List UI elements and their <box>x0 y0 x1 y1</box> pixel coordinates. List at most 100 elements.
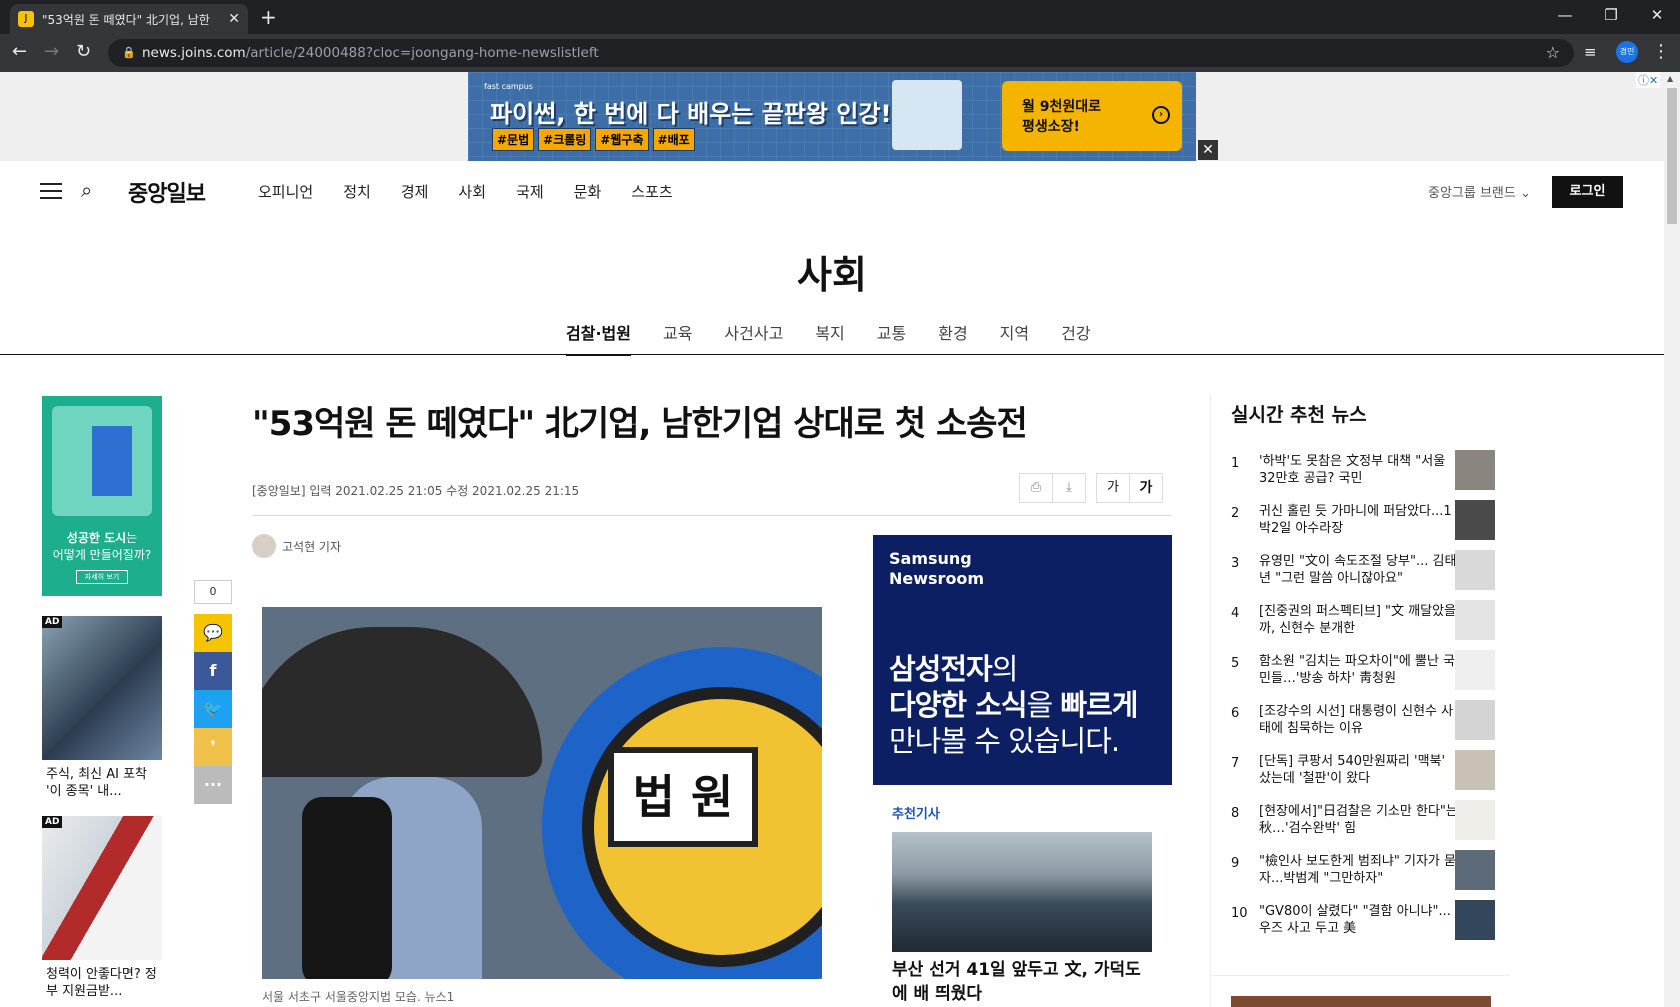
url-field[interactable]: 🔒 news.joins.com/article/24000488?cloc=j… <box>108 39 1574 67</box>
headline: [현장에서]"日검찰은 기소만 한다"는 秋…'검수완박' 힘 <box>1259 804 1458 836</box>
close-window-icon[interactable]: ✕ <box>1634 0 1680 30</box>
article-title: "53억원 돈 떼였다" 北기업, 남한기업 상대로 첫 소송전 <box>252 404 1028 444</box>
subnav-item-health[interactable]: 건강 <box>1061 320 1090 356</box>
login-button[interactable]: 로그인 <box>1552 176 1623 208</box>
left-ad-city-text: 성공한 도시는 어떻게 만들어질까? <box>42 530 162 564</box>
top-banner-ad[interactable]: fast campus 파이썬, 한 번에 다 배우는 끝판왕 인강! #문법 … <box>468 72 1661 161</box>
menu-item-society[interactable]: 사회 <box>458 181 486 202</box>
list-item[interactable]: 10 "GV80이 살렸다" "결함 아니냐"...우즈 사고 두고 美 <box>1231 900 1496 950</box>
thumbnail <box>1455 750 1495 790</box>
twitter-share-icon[interactable]: 🐦 <box>194 690 232 728</box>
list-item[interactable]: 8 [현장에서]"日검찰은 기소만 한다"는 秋…'검수완박' 힘 <box>1231 800 1496 850</box>
font-larger-button[interactable]: 가 <box>1129 473 1163 503</box>
site-logo[interactable]: 중앙일보 <box>128 176 206 208</box>
address-bar-row: ← → ↻ 🔒 news.joins.com/article/24000488?… <box>0 34 1680 72</box>
rank-number: 2 <box>1231 506 1240 521</box>
recommend-photo[interactable] <box>892 832 1152 952</box>
left-ad-more-button[interactable]: 자세히 보기 <box>76 570 128 584</box>
ad-cta-button[interactable]: 월 9천원대로 평생소장! › <box>1002 81 1182 151</box>
samsung-copy-l3: 만나볼 수 있습니다. <box>889 724 1120 758</box>
menu-item-economy[interactable]: 경제 <box>401 181 429 202</box>
list-item[interactable]: 4 [진중권의 퍼스펙티브] "文 깨달았을까, 신현수 분개한 <box>1231 600 1496 650</box>
subnav-item-welfare[interactable]: 복지 <box>815 320 844 356</box>
lock-icon: 🔒 <box>122 46 136 59</box>
menu-item-opinion[interactable]: 오피니언 <box>258 181 313 202</box>
subnav-item-traffic[interactable]: 교통 <box>877 320 906 356</box>
scrollbar-thumb[interactable] <box>1667 88 1677 224</box>
list-item[interactable]: 6 [조강수의 시선] 대통령이 신현수 사태에 침묵하는 이유 <box>1231 700 1496 750</box>
left-ad-hearing[interactable]: AD 청력이 안좋다면? 정부 지원금받... <box>42 816 162 1006</box>
minimize-icon[interactable]: — <box>1542 0 1588 30</box>
headline: 귀신 홀린 듯 가마니에 퍼담았다...1박2일 아수라장 <box>1259 504 1452 536</box>
section-subnav: 검찰·법원 교육 사건사고 복지 교통 환경 지역 건강 <box>566 320 1091 356</box>
ad-image <box>42 616 162 760</box>
list-item[interactable]: 3 유영민 "文이 속도조절 당부"... 김태년 "그런 말씀 아니잖아요" <box>1231 550 1496 600</box>
left-ad-stock[interactable]: AD 주식, 최신 AI 포착 '이 종목' 내... <box>42 616 162 802</box>
close-tab-icon[interactable]: ✕ <box>228 11 240 27</box>
hamburger-menu-icon[interactable] <box>40 183 62 199</box>
thumbnail <box>1455 650 1495 690</box>
author-name: 고석현 기자 <box>282 539 342 554</box>
font-smaller-button[interactable]: 가 <box>1096 473 1130 503</box>
rank-number: 3 <box>1231 556 1240 571</box>
restore-icon[interactable]: ❐ <box>1588 0 1634 30</box>
right-ad[interactable] <box>1231 996 1491 1007</box>
subnav-item-environment[interactable]: 환경 <box>938 320 967 356</box>
url-host: news.joins.com <box>142 45 246 61</box>
list-item[interactable]: 5 함소원 "김치는 파오차이"에 뿔난 국민들…'방송 하차' 靑청원 <box>1231 650 1496 700</box>
umbrella <box>262 627 542 777</box>
article-author[interactable]: 고석현 기자 <box>252 534 341 558</box>
recommend-title[interactable]: 부산 선거 41일 앞두고 文, 가덕도에 배 띄웠다 <box>892 958 1152 1006</box>
reload-icon[interactable]: ↻ <box>76 42 91 62</box>
headline: '하박'도 못참은 文정부 대책 "서울 32만호 공급? 국민 <box>1259 454 1446 486</box>
adchoices-icon[interactable]: ⓘ✕ <box>1636 72 1661 88</box>
menu-item-world[interactable]: 국제 <box>516 181 544 202</box>
subnav-item-education[interactable]: 교육 <box>663 320 692 356</box>
forward-icon[interactable]: → <box>44 42 59 62</box>
menu-item-culture[interactable]: 문화 <box>574 181 602 202</box>
menu-item-politics[interactable]: 정치 <box>343 181 371 202</box>
browser-tab[interactable]: J "53억원 돈 떼였다" 北기업, 남한 ✕ <box>10 4 248 34</box>
profile-avatar[interactable]: 경민 <box>1616 41 1638 63</box>
article-divider <box>252 515 1172 516</box>
menu-item-sports[interactable]: 스포츠 <box>631 181 672 202</box>
list-item[interactable]: 2 귀신 홀린 듯 가마니에 퍼담았다...1박2일 아수라장 <box>1231 500 1496 550</box>
headline: 함소원 "김치는 파오차이"에 뿔난 국민들…'방송 하차' 靑청원 <box>1259 654 1455 686</box>
more-menu-icon[interactable]: ⋮ <box>1652 42 1670 62</box>
list-item[interactable]: 7 [단독] 쿠팡서 540만원짜리 '맥북' 샀는데 '철판'이 왔다 <box>1231 750 1496 800</box>
ad-close-icon[interactable]: ✕ <box>1198 140 1218 160</box>
group-brand-dropdown[interactable]: 중앙그룹 브랜드 ⌄ <box>1428 182 1531 201</box>
print-icon[interactable]: ⎙ <box>1019 473 1053 503</box>
kakaostory-share-icon[interactable]: ❜ <box>194 728 232 766</box>
download-icon[interactable]: ⤓ <box>1052 473 1086 503</box>
samsung-newsroom-ad[interactable]: Samsung Newsroom 삼성전자의 다양한 소식을 빠르게 만나볼 수 … <box>873 535 1172 785</box>
left-ad-city[interactable]: 성공한 도시는 어떻게 만들어질까? 자세히 보기 <box>42 396 162 596</box>
left-ad-stock-caption: 주식, 최신 AI 포착 '이 종목' 내... <box>46 767 148 799</box>
facebook-share-icon[interactable]: f <box>194 652 232 690</box>
vertical-scrollbar[interactable]: ▲ <box>1664 72 1680 1007</box>
left-ad-city-bold: 성공한 도시 <box>66 531 127 545</box>
ad-cta-line1: 월 9천원대로 <box>1022 99 1102 115</box>
back-icon[interactable]: ← <box>12 42 27 62</box>
list-item[interactable]: 9 "檢인사 보도한게 범죄냐" 기자가 묻자...박범계 "그만하자" <box>1231 850 1496 900</box>
subnav-item-region[interactable]: 지역 <box>1000 320 1029 356</box>
top-ad-band: fast campus 파이썬, 한 번에 다 배우는 끝판왕 인강! #문법 … <box>0 72 1664 161</box>
kakao-share-icon[interactable]: 💬 <box>194 614 232 652</box>
subnav-item-prosecution-court[interactable]: 검찰·법원 <box>566 320 631 356</box>
reading-list-icon[interactable]: ≡ <box>1584 42 1597 62</box>
ad-tag: #크롤링 <box>538 128 592 151</box>
samsung-copy-l2m: 을 <box>1026 688 1061 722</box>
ad-tag: #문법 <box>492 128 535 151</box>
thumbnail <box>1455 900 1495 940</box>
subnav-item-incidents[interactable]: 사건사고 <box>724 320 783 356</box>
more-share-icon[interactable]: ··· <box>194 766 232 804</box>
ad-tag: #웹구축 <box>595 128 649 151</box>
column-divider <box>1210 396 1211 1007</box>
list-item[interactable]: 1 '하박'도 못참은 文정부 대책 "서울 32만호 공급? 국민 <box>1231 450 1496 500</box>
scroll-up-icon[interactable]: ▲ <box>1667 74 1673 83</box>
samsung-copy: 삼성전자의 다양한 소식을 빠르게 만나볼 수 있습니다. <box>889 651 1138 759</box>
search-icon[interactable]: ⌕ <box>81 178 92 202</box>
rank-number: 4 <box>1231 606 1240 621</box>
bookmark-star-icon[interactable]: ☆ <box>1546 39 1560 67</box>
new-tab-icon[interactable]: + <box>260 4 277 30</box>
